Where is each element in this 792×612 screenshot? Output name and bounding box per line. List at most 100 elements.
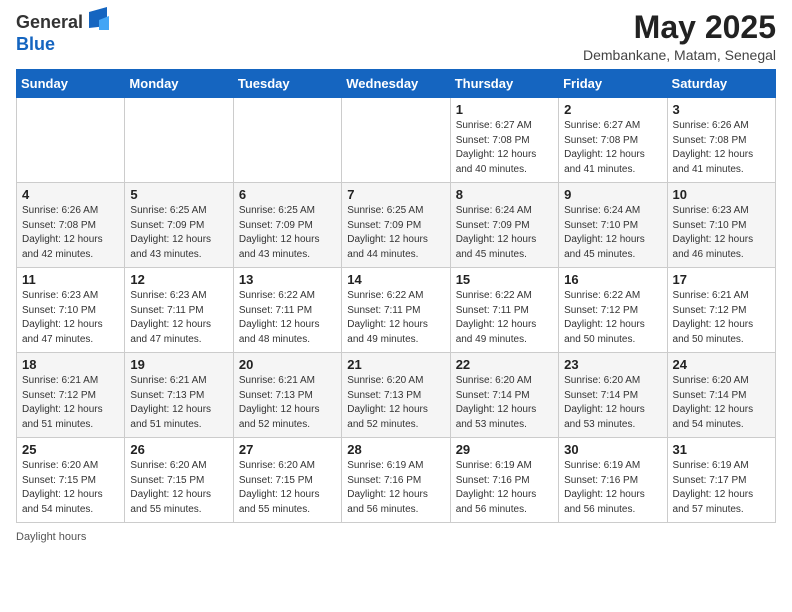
day-number: 7 (347, 187, 444, 202)
day-info: Sunrise: 6:26 AMSunset: 7:08 PMDaylight:… (22, 204, 119, 262)
calendar-cell-5-7: 31 Sunrise: 6:19 AMSunset: 7:17 PMDayligh… (667, 438, 775, 523)
day-number: 25 (22, 442, 119, 457)
day-header-thursday: Thursday (450, 70, 558, 98)
day-number: 2 (564, 102, 661, 117)
day-number: 30 (564, 442, 661, 457)
calendar-cell-1-6: 2 Sunrise: 6:27 AMSunset: 7:08 PMDaylight… (559, 98, 667, 183)
calendar-cell-2-3: 6Sunrise: 6:25 AMSunset: 7:09 PMDaylight… (233, 183, 341, 268)
calendar-cell-4-7: 24Sunrise: 6:20 AMSunset: 7:14 PMDayligh… (667, 353, 775, 438)
calendar-cell-5-5: 29 Sunrise: 6:19 AMSunset: 7:16 PMDayligh… (450, 438, 558, 523)
day-number: 6 (239, 187, 336, 202)
calendar-cell-3-6: 16 Sunrise: 6:22 AMSunset: 7:12 PMDayligh… (559, 268, 667, 353)
day-info: Sunrise: 6:19 AMSunset: 7:16 PMDaylight:… (347, 459, 444, 517)
calendar-cell-4-3: 20Sunrise: 6:21 AMSunset: 7:13 PMDayligh… (233, 353, 341, 438)
day-number: 3 (673, 102, 770, 117)
calendar-cell-2-4: 7Sunrise: 6:25 AMSunset: 7:09 PMDaylight… (342, 183, 450, 268)
calendar-cell-3-1: 11Sunrise: 6:23 AMSunset: 7:10 PMDayligh… (17, 268, 125, 353)
day-number: 12 (130, 272, 227, 287)
calendar-cell-2-2: 5Sunrise: 6:25 AMSunset: 7:09 PMDaylight… (125, 183, 233, 268)
calendar-cell-4-2: 19Sunrise: 6:21 AMSunset: 7:13 PMDayligh… (125, 353, 233, 438)
day-number: 31 (673, 442, 770, 457)
day-header-wednesday: Wednesday (342, 70, 450, 98)
day-info: Sunrise: 6:20 AMSunset: 7:14 PMDaylight:… (564, 374, 661, 432)
calendar-cell-3-3: 13 Sunrise: 6:22 AMSunset: 7:11 PMDayligh… (233, 268, 341, 353)
week-row-2: 4 Sunrise: 6:26 AMSunset: 7:08 PMDaylight… (17, 183, 776, 268)
day-number: 22 (456, 357, 553, 372)
day-number: 16 (564, 272, 661, 287)
calendar-cell-1-5: 1 Sunrise: 6:27 AMSunset: 7:08 PMDaylight… (450, 98, 558, 183)
calendar-cell-1-4 (342, 98, 450, 183)
day-info: Sunrise: 6:20 AMSunset: 7:14 PMDaylight:… (673, 374, 770, 432)
day-number: 17 (673, 272, 770, 287)
page: General Blue May 2025 Dembankane, Matam,… (0, 0, 792, 612)
footer: Daylight hours (16, 531, 776, 543)
day-info: Sunrise: 6:22 AMSunset: 7:11 PMDaylight:… (347, 289, 444, 347)
day-number: 8 (456, 187, 553, 202)
day-number: 28 (347, 442, 444, 457)
day-number: 21 (347, 357, 444, 372)
day-number: 18 (22, 357, 119, 372)
calendar-cell-5-2: 26 Sunrise: 6:20 AMSunset: 7:15 PMDayligh… (125, 438, 233, 523)
day-info: Sunrise: 6:22 AMSunset: 7:12 PMDaylight:… (564, 289, 661, 347)
logo-icon (87, 6, 109, 34)
day-number: 13 (239, 272, 336, 287)
day-number: 29 (456, 442, 553, 457)
daylight-label: Daylight hours (16, 531, 86, 543)
calendar-cell-5-4: 28 Sunrise: 6:19 AMSunset: 7:16 PMDayligh… (342, 438, 450, 523)
day-number: 26 (130, 442, 227, 457)
day-info: Sunrise: 6:21 AMSunset: 7:12 PMDaylight:… (673, 289, 770, 347)
calendar-cell-5-3: 27Sunrise: 6:20 AMSunset: 7:15 PMDayligh… (233, 438, 341, 523)
week-row-4: 18 Sunrise: 6:21 AMSunset: 7:12 PMDayligh… (17, 353, 776, 438)
day-info: Sunrise: 6:20 AMSunset: 7:14 PMDaylight:… (456, 374, 553, 432)
calendar-cell-5-1: 25 Sunrise: 6:20 AMSunset: 7:15 PMDayligh… (17, 438, 125, 523)
day-number: 27 (239, 442, 336, 457)
day-number: 1 (456, 102, 553, 117)
calendar-cell-2-7: 10 Sunrise: 6:23 AMSunset: 7:10 PMDayligh… (667, 183, 775, 268)
calendar-cell-2-5: 8 Sunrise: 6:24 AMSunset: 7:09 PMDaylight… (450, 183, 558, 268)
calendar-cell-1-2 (125, 98, 233, 183)
day-info: Sunrise: 6:19 AMSunset: 7:16 PMDaylight:… (456, 459, 553, 517)
day-info: Sunrise: 6:19 AMSunset: 7:17 PMDaylight:… (673, 459, 770, 517)
day-number: 5 (130, 187, 227, 202)
logo-blue-text: Blue (16, 34, 55, 54)
day-number: 23 (564, 357, 661, 372)
day-info: Sunrise: 6:21 AMSunset: 7:12 PMDaylight:… (22, 374, 119, 432)
day-info: Sunrise: 6:19 AMSunset: 7:16 PMDaylight:… (564, 459, 661, 517)
day-number: 4 (22, 187, 119, 202)
day-info: Sunrise: 6:20 AMSunset: 7:15 PMDaylight:… (22, 459, 119, 517)
day-header-monday: Monday (125, 70, 233, 98)
calendar-cell-4-1: 18 Sunrise: 6:21 AMSunset: 7:12 PMDayligh… (17, 353, 125, 438)
calendar-cell-5-6: 30 Sunrise: 6:19 AMSunset: 7:16 PMDayligh… (559, 438, 667, 523)
day-info: Sunrise: 6:27 AMSunset: 7:08 PMDaylight:… (456, 119, 553, 177)
day-info: Sunrise: 6:24 AMSunset: 7:09 PMDaylight:… (456, 204, 553, 262)
day-info: Sunrise: 6:23 AMSunset: 7:10 PMDaylight:… (22, 289, 119, 347)
calendar-cell-1-1 (17, 98, 125, 183)
day-info: Sunrise: 6:23 AMSunset: 7:10 PMDaylight:… (673, 204, 770, 262)
day-number: 15 (456, 272, 553, 287)
calendar-cell-3-5: 15 Sunrise: 6:22 AMSunset: 7:11 PMDayligh… (450, 268, 558, 353)
day-header-saturday: Saturday (667, 70, 775, 98)
day-info: Sunrise: 6:27 AMSunset: 7:08 PMDaylight:… (564, 119, 661, 177)
day-number: 10 (673, 187, 770, 202)
day-info: Sunrise: 6:23 AMSunset: 7:11 PMDaylight:… (130, 289, 227, 347)
day-header-sunday: Sunday (17, 70, 125, 98)
calendar-cell-3-4: 14Sunrise: 6:22 AMSunset: 7:11 PMDayligh… (342, 268, 450, 353)
day-info: Sunrise: 6:20 AMSunset: 7:15 PMDaylight:… (130, 459, 227, 517)
header: General Blue May 2025 Dembankane, Matam,… (16, 10, 776, 63)
day-info: Sunrise: 6:21 AMSunset: 7:13 PMDaylight:… (130, 374, 227, 432)
day-number: 20 (239, 357, 336, 372)
calendar-cell-2-6: 9 Sunrise: 6:24 AMSunset: 7:10 PMDaylight… (559, 183, 667, 268)
logo-general-text: General (16, 12, 83, 33)
day-header-tuesday: Tuesday (233, 70, 341, 98)
title-block: May 2025 Dembankane, Matam, Senegal (583, 10, 776, 63)
calendar-cell-1-7: 3Sunrise: 6:26 AMSunset: 7:08 PMDaylight… (667, 98, 775, 183)
day-info: Sunrise: 6:22 AMSunset: 7:11 PMDaylight:… (456, 289, 553, 347)
calendar-cell-3-7: 17 Sunrise: 6:21 AMSunset: 7:12 PMDayligh… (667, 268, 775, 353)
day-info: Sunrise: 6:22 AMSunset: 7:11 PMDaylight:… (239, 289, 336, 347)
day-info: Sunrise: 6:24 AMSunset: 7:10 PMDaylight:… (564, 204, 661, 262)
calendar-cell-4-4: 21Sunrise: 6:20 AMSunset: 7:13 PMDayligh… (342, 353, 450, 438)
calendar-cell-1-3 (233, 98, 341, 183)
calendar-title: May 2025 (583, 10, 776, 45)
day-header-friday: Friday (559, 70, 667, 98)
day-number: 9 (564, 187, 661, 202)
